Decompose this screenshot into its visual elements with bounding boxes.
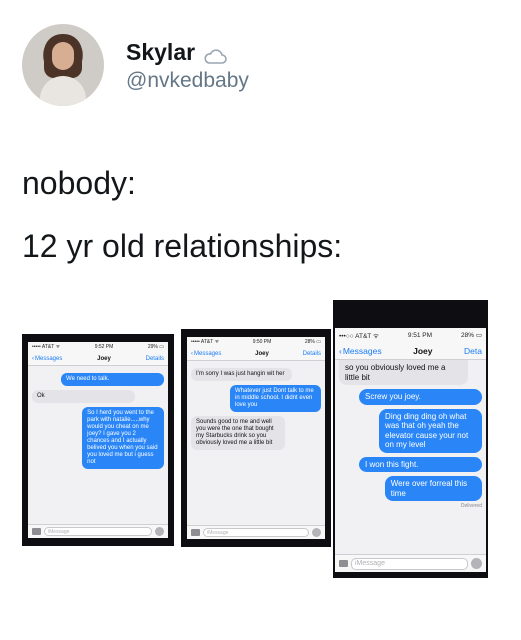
conversation-title: Joey — [255, 350, 269, 357]
message-bubble: I won this fight. — [359, 456, 482, 472]
back-button[interactable]: ‹ Messages — [32, 356, 62, 362]
details-button[interactable]: Deta — [464, 346, 482, 356]
tweet-text-line-1: nobody: — [22, 165, 136, 201]
status-bar: ••••• AT&T ᯤ 9:52 PM 29% ▭ — [28, 342, 168, 352]
message-bubble: Ok — [32, 390, 135, 403]
back-button[interactable]: ‹ Messages — [191, 351, 221, 357]
battery: 28% ▭ — [461, 332, 482, 339]
details-button[interactable]: Details — [146, 356, 164, 362]
nav-bar: ‹ Messages Joey Deta — [335, 342, 486, 360]
back-button[interactable]: ‹ Messages — [339, 346, 382, 356]
camera-icon[interactable] — [32, 528, 41, 535]
message-bubble: Were over forreal this time — [384, 476, 482, 501]
tweet-text-line-2: 12 yr old relationships: — [22, 228, 343, 264]
conversation-title: Joey — [97, 355, 111, 362]
status-bar: ••••• AT&T ᯤ 9:50 PM 28% ▭ — [187, 337, 325, 347]
back-label: Messages — [342, 345, 382, 356]
message-bubble: Sounds good to me and well you were the … — [191, 416, 285, 450]
phone-screen: ••••• AT&T ᯤ 9:52 PM 29% ▭ ‹ Messages Joe… — [28, 342, 168, 538]
cloud-icon — [203, 44, 227, 64]
camera-icon[interactable] — [191, 529, 200, 536]
avatar-face — [52, 42, 74, 70]
message-bubble: Screw you joey. — [359, 389, 482, 405]
message-bubble: We need to talk. — [61, 373, 164, 386]
carrier: ••••• AT&T ᯤ — [191, 339, 220, 345]
avatar[interactable] — [22, 24, 104, 106]
carrier: ••••• AT&T ᯤ — [32, 344, 61, 350]
screenshot-1: ••••• AT&T ᯤ 9:52 PM 29% ▭ ‹ Messages Joe… — [22, 334, 174, 546]
message-list: I'm sorry I was just hangin wit her What… — [187, 361, 325, 457]
message-input[interactable]: iMessage — [351, 557, 468, 570]
time: 9:52 PM — [94, 344, 114, 350]
composer: iMessage — [335, 554, 486, 572]
screenshot-2: ••••• AT&T ᯤ 9:50 PM 28% ▭ ‹ Messages Joe… — [181, 329, 331, 547]
avatar-shoulders — [40, 76, 86, 106]
message-input[interactable]: iMessage — [203, 528, 309, 537]
delivered-label: Delivered — [460, 503, 482, 509]
phone-screen: ••••• AT&T ᯤ 9:50 PM 28% ▭ ‹ Messages Joe… — [187, 337, 325, 539]
tweet-header: Skylar @nvkedbaby — [22, 24, 249, 106]
user-handle[interactable]: @nvkedbaby — [126, 69, 249, 93]
conversation-title: Joey — [413, 345, 433, 356]
back-label: Messages — [35, 355, 63, 362]
nav-bar: ‹ Messages Joey Details — [187, 347, 325, 361]
message-list: so you obviously loved me a little bit S… — [335, 360, 486, 512]
time: 9:50 PM — [252, 339, 272, 345]
battery: 28% ▭ — [304, 339, 321, 345]
display-name[interactable]: Skylar — [126, 39, 195, 66]
nav-bar: ‹ Messages Joey Details — [28, 352, 168, 366]
send-icon[interactable] — [471, 558, 482, 569]
message-bubble: Whatever just Dont talk to me in middle … — [230, 385, 321, 412]
status-bar: •••○○ AT&T ᯤ 9:51 PM 28% ▭ — [335, 328, 486, 342]
message-bubble: so you obviously loved me a little bit — [339, 360, 468, 385]
carrier: •••○○ AT&T ᯤ — [339, 332, 379, 340]
message-bubble: Ding ding ding oh what was that oh yeah … — [379, 408, 482, 453]
display-name-row[interactable]: Skylar — [126, 37, 249, 67]
send-icon[interactable] — [312, 528, 321, 537]
send-icon[interactable] — [155, 527, 164, 536]
composer: iMessage — [187, 525, 325, 539]
time: 9:51 PM — [407, 331, 433, 339]
message-bubble: So I herd you went to the park with nata… — [82, 407, 164, 469]
message-bubble: I'm sorry I was just hangin wit her — [191, 368, 293, 381]
composer: iMessage — [28, 524, 168, 538]
user-names: Skylar @nvkedbaby — [126, 37, 249, 93]
screenshot-3: •••○○ AT&T ᯤ 9:51 PM 28% ▭ ‹ Messages Joe… — [333, 300, 488, 578]
camera-icon[interactable] — [339, 560, 348, 567]
phone-screen: •••○○ AT&T ᯤ 9:51 PM 28% ▭ ‹ Messages Joe… — [335, 328, 486, 572]
message-input[interactable]: iMessage — [44, 527, 152, 536]
details-button[interactable]: Details — [303, 351, 321, 357]
back-label: Messages — [194, 350, 222, 357]
battery: 29% ▭ — [147, 344, 164, 350]
message-list: We need to talk. Ok So I herd you went t… — [28, 366, 168, 476]
